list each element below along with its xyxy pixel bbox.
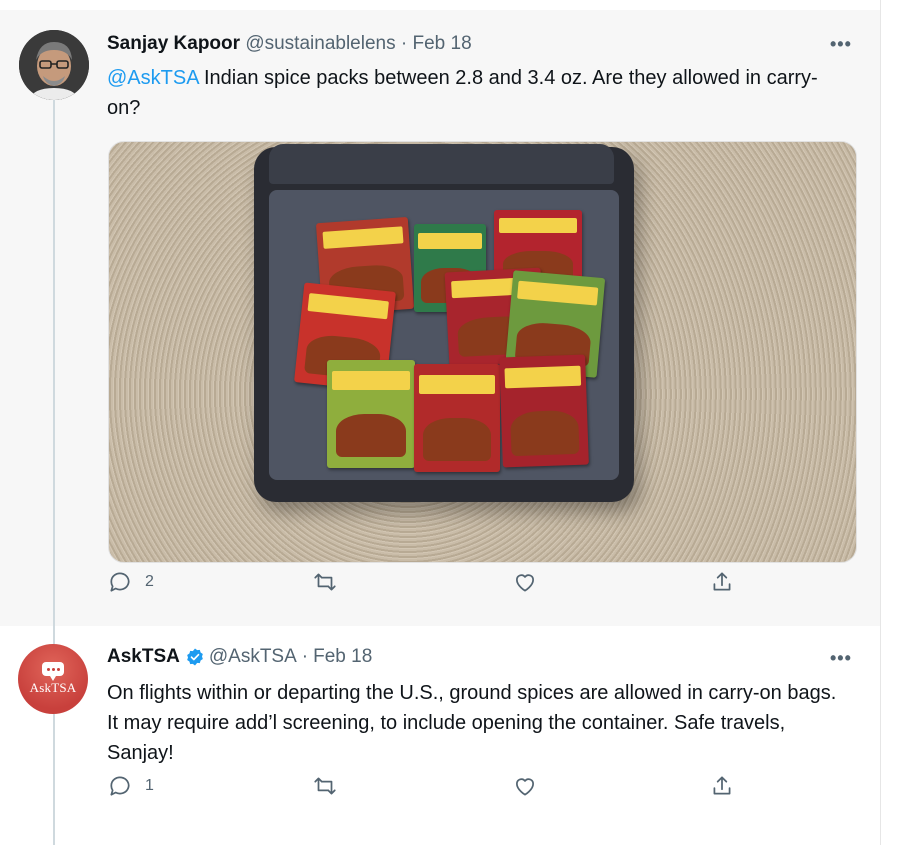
author-name[interactable]: Sanjay Kapoor	[107, 33, 240, 54]
more-icon[interactable]: •••	[830, 648, 852, 669]
reply-icon	[110, 572, 130, 592]
tweet-header: AskTSA @AskTSA · Feb 18	[107, 646, 372, 668]
top-strip	[0, 0, 880, 10]
retweet-button[interactable]	[312, 569, 350, 595]
author-handle[interactable]: @sustainablelens	[245, 33, 395, 54]
like-button[interactable]	[512, 773, 550, 799]
separator-dot: ·	[400, 33, 408, 54]
tweet-text: On flights within or departing the U.S.,…	[107, 682, 837, 764]
heart-icon	[516, 778, 534, 796]
retweet-icon	[314, 777, 336, 795]
heart-icon	[516, 574, 534, 592]
reply-icon	[110, 776, 130, 796]
tweet-photo[interactable]	[108, 141, 857, 563]
retweet-icon	[314, 573, 336, 591]
timeline-border	[880, 0, 881, 845]
spice-pack	[499, 354, 589, 468]
tweet-date[interactable]: Feb 18	[313, 646, 372, 668]
avatar-text: AskTSA	[29, 680, 77, 695]
share-button[interactable]	[709, 569, 735, 595]
reply-count: 2	[145, 573, 154, 590]
spice-pack	[414, 364, 500, 472]
like-button[interactable]	[512, 569, 550, 595]
spice-pack	[327, 360, 415, 468]
chat-bubble-icon	[42, 662, 64, 681]
retweet-button[interactable]	[312, 773, 350, 799]
avatar-asktsa[interactable]: AskTSA	[18, 644, 88, 714]
thread-connector-line-bottom	[53, 714, 55, 845]
reply-button[interactable]: 1	[107, 773, 154, 799]
tweet-text: @AskTSA Indian spice packs between 2.8 a…	[107, 63, 847, 123]
reply-count: 1	[145, 777, 154, 794]
tweet-date[interactable]: Feb 18	[412, 33, 471, 54]
thread-connector-line	[53, 100, 55, 648]
mention-link[interactable]: @AskTSA	[107, 67, 198, 89]
tweet-header: Sanjay Kapoor @sustainablelens · Feb 18	[107, 33, 472, 55]
share-button[interactable]	[709, 773, 735, 799]
more-icon[interactable]: •••	[830, 34, 852, 55]
profile-photo	[19, 30, 89, 100]
reply-button[interactable]: 2	[107, 569, 154, 595]
avatar-sanjay-kapoor[interactable]	[19, 30, 89, 100]
verified-badge-icon	[187, 648, 203, 666]
share-icon	[713, 572, 731, 591]
author-name[interactable]: AskTSA	[107, 646, 180, 668]
suitcase-lid	[269, 144, 614, 184]
share-icon	[713, 776, 731, 795]
tweet-body: Indian spice packs between 2.8 and 3.4 o…	[107, 67, 818, 119]
separator-dot: ·	[301, 646, 309, 667]
author-handle[interactable]: @AskTSA	[209, 646, 297, 668]
